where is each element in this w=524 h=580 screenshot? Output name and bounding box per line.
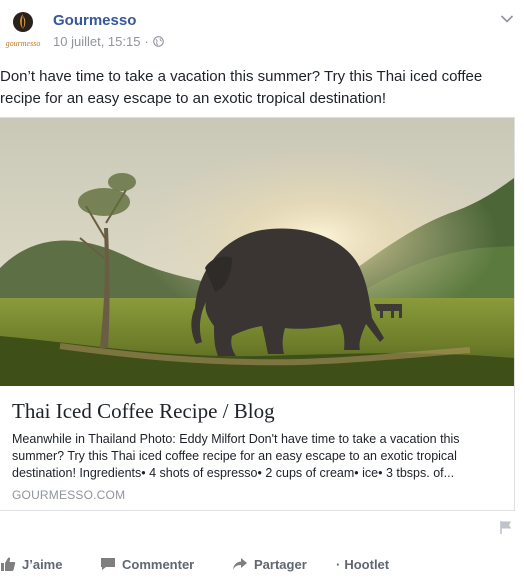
flag-icon[interactable] — [498, 519, 514, 535]
comment-icon — [101, 558, 115, 570]
hootlet-button[interactable]: · Hootlet — [336, 557, 389, 572]
hootlet-separator: · — [336, 556, 341, 572]
page-avatar[interactable]: gourmesso — [2, 8, 44, 50]
link-preview-card[interactable]: Thai Iced Coffee Recipe / Blog Meanwhile… — [0, 117, 515, 511]
post-timestamp[interactable]: 10 juillet, 15:15 — [53, 34, 140, 49]
card-title[interactable]: Thai Iced Coffee Recipe / Blog — [12, 399, 275, 424]
card-image-illustration — [0, 118, 514, 386]
gourmesso-logo-icon: gourmesso — [2, 8, 44, 50]
svg-text:gourmesso: gourmesso — [6, 39, 41, 48]
post-text: Don’t have time to take a vacation this … — [0, 68, 483, 107]
like-label: J’aime — [22, 556, 63, 572]
share-label: Partager — [254, 556, 307, 572]
card-description: Meanwhile in Thailand Photo: Eddy Milfor… — [12, 432, 460, 480]
share-arrow-icon — [233, 558, 247, 570]
hootlet-label: Hootlet — [344, 556, 390, 572]
elephant-landscape-photo[interactable] — [0, 118, 514, 386]
meta-separator: · — [144, 34, 149, 49]
post-action-bar: J’aime Commenter Partager · Hootlet — [0, 552, 524, 576]
page-name-link[interactable]: Gourmesso — [53, 12, 136, 29]
card-domain: GOURMESSO.COM — [12, 488, 126, 502]
chevron-down-icon[interactable] — [500, 14, 514, 24]
like-button[interactable]: J’aime — [0, 556, 62, 572]
globe-icon[interactable] — [152, 36, 164, 47]
post-meta: 10 juillet, 15:15 · — [53, 34, 164, 49]
comment-label: Commenter — [122, 556, 195, 572]
thumbs-up-icon — [1, 557, 16, 571]
comment-button[interactable]: Commenter — [100, 556, 194, 572]
post-header: gourmesso Gourmesso 10 juillet, 15:15 · — [0, 8, 524, 54]
share-button[interactable]: Partager — [232, 556, 307, 572]
